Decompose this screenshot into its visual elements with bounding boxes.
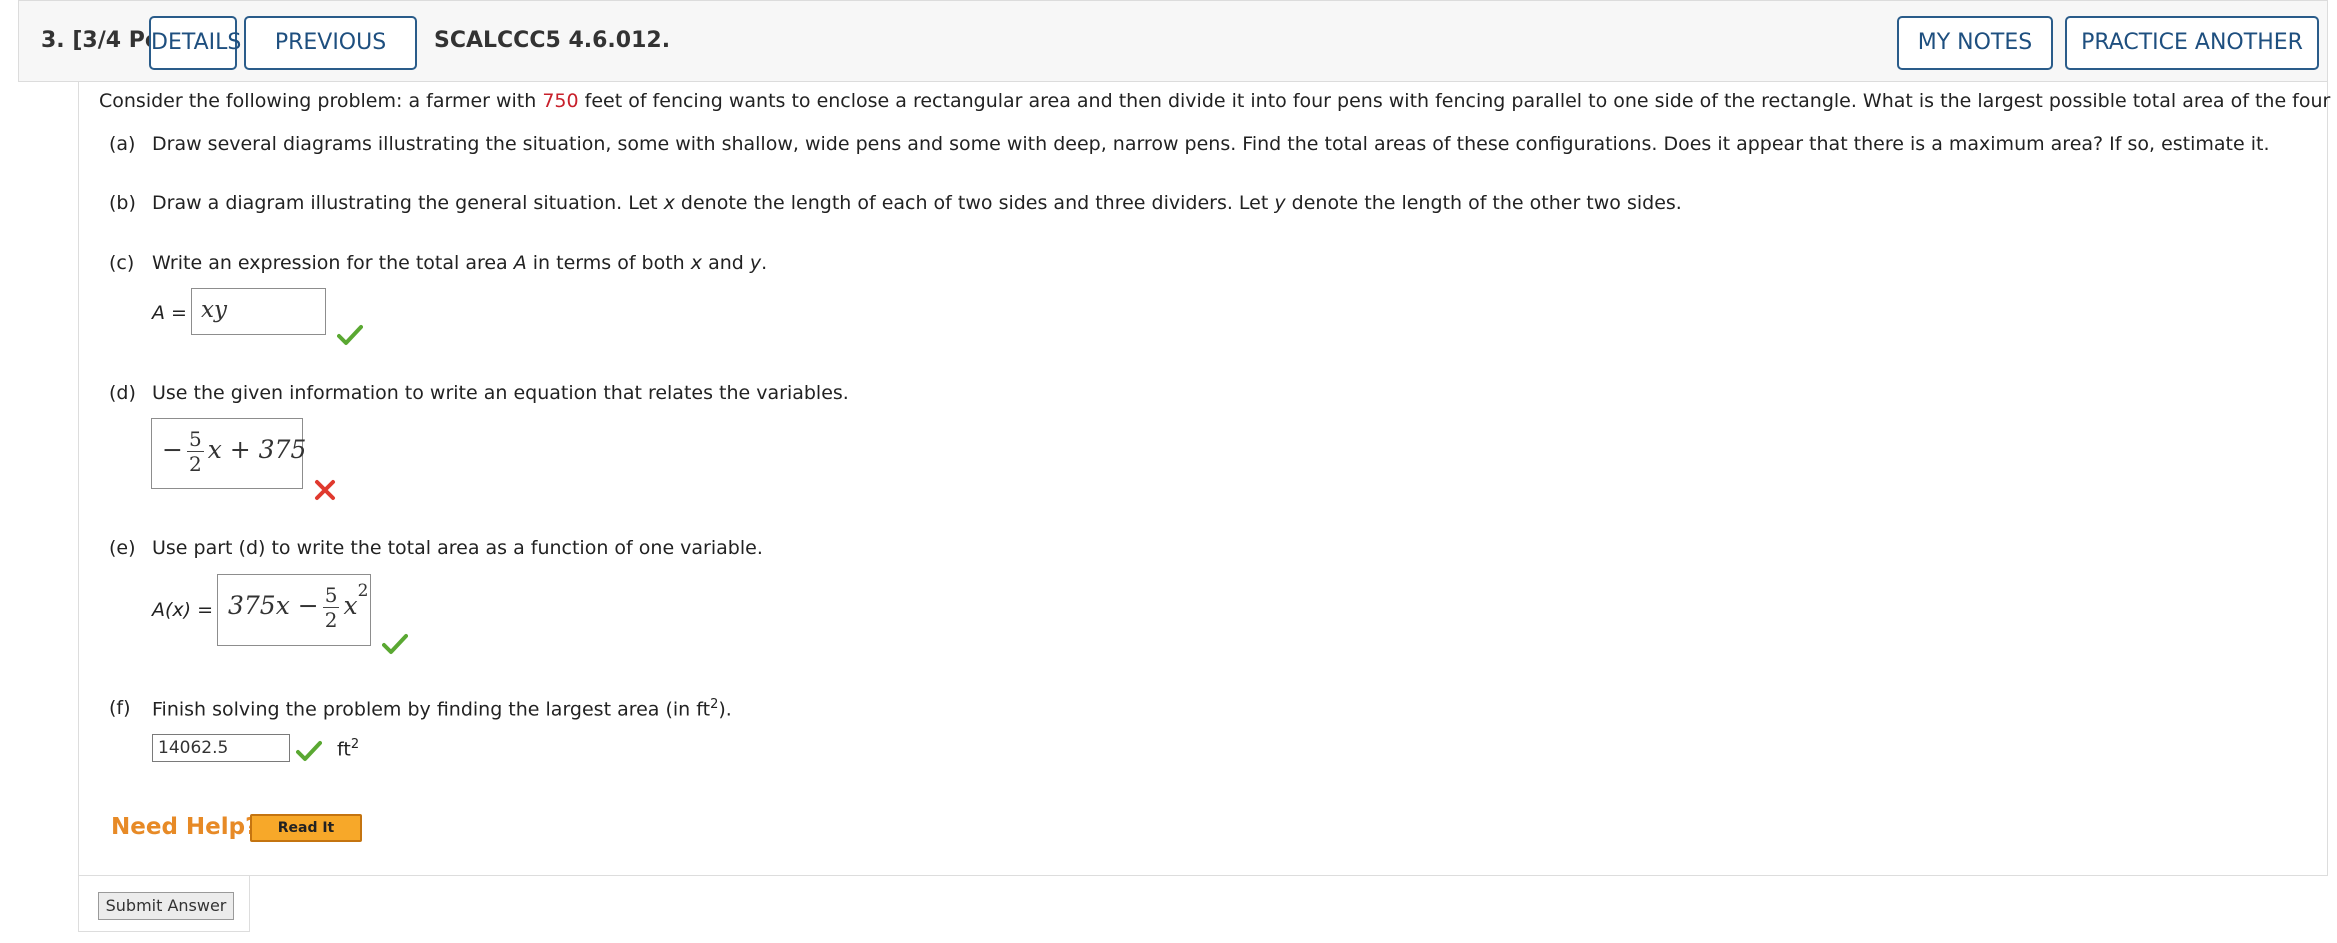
part-e-answer-label: A(x) = (152, 599, 214, 621)
part-e-answer-expression: 375x −5 2 x2 (228, 581, 369, 632)
part-f-unit: ft2 (337, 737, 360, 761)
part-c-answer-field[interactable]: xy (191, 288, 326, 335)
part-f-answer-input[interactable] (152, 734, 290, 762)
part-d-answer-expression: −5 2 x + 375 (162, 427, 307, 476)
part-a-tag: (a) (109, 133, 136, 155)
previous-answers-button[interactable]: PREVIOUS ANSWERS (244, 16, 417, 105)
part-d-text: Use the given information to write an eq… (152, 382, 849, 404)
part-c-text: Write an expression for the total area A… (152, 252, 768, 274)
part-e-answer-field[interactable]: 375x −5 2 x2 (217, 574, 371, 646)
part-f-correct-check-icon (296, 741, 322, 761)
fence-length-value: 750 (542, 90, 579, 112)
part-d-incorrect-x-icon (315, 480, 335, 500)
part-a-text: Draw several diagrams illustrating the s… (152, 133, 2270, 155)
question-header: 3. [3/4 Points] DETAILS PREVIOUS ANSWERS… (18, 0, 2328, 105)
part-d-tag: (d) (109, 382, 136, 404)
submit-answer-button[interactable]: Submit Answer (98, 892, 234, 920)
my-notes-button[interactable]: MY NOTES (1897, 16, 2053, 70)
part-e-tag: (e) (109, 537, 136, 559)
problem-code: SCALCCC5 4.6.012. (434, 28, 671, 53)
part-c-answer-label: A = (152, 302, 187, 324)
part-f-tag: (f) (109, 697, 131, 719)
part-d-answer-field[interactable]: −5 2 x + 375 (151, 418, 307, 489)
part-e-text: Use part (d) to write the total area as … (152, 537, 763, 559)
details-button[interactable]: DETAILS (149, 16, 241, 70)
part-b-text: Draw a diagram illustrating the general … (152, 192, 1682, 214)
practice-another-button[interactable]: PRACTICE ANOTHER (2065, 16, 2319, 70)
need-help-label: Need Help? (111, 814, 259, 840)
part-c-tag: (c) (109, 252, 135, 274)
read-it-button[interactable]: Read It (250, 814, 362, 842)
part-b-tag: (b) (109, 192, 136, 214)
problem-statement: Consider the following problem: a farmer… (99, 90, 2337, 112)
part-c-correct-check-icon (337, 325, 363, 345)
part-f-text: Finish solving the problem by finding th… (152, 697, 732, 721)
part-e-correct-check-icon (382, 634, 408, 654)
part-c-answer-value: xy (201, 297, 227, 323)
